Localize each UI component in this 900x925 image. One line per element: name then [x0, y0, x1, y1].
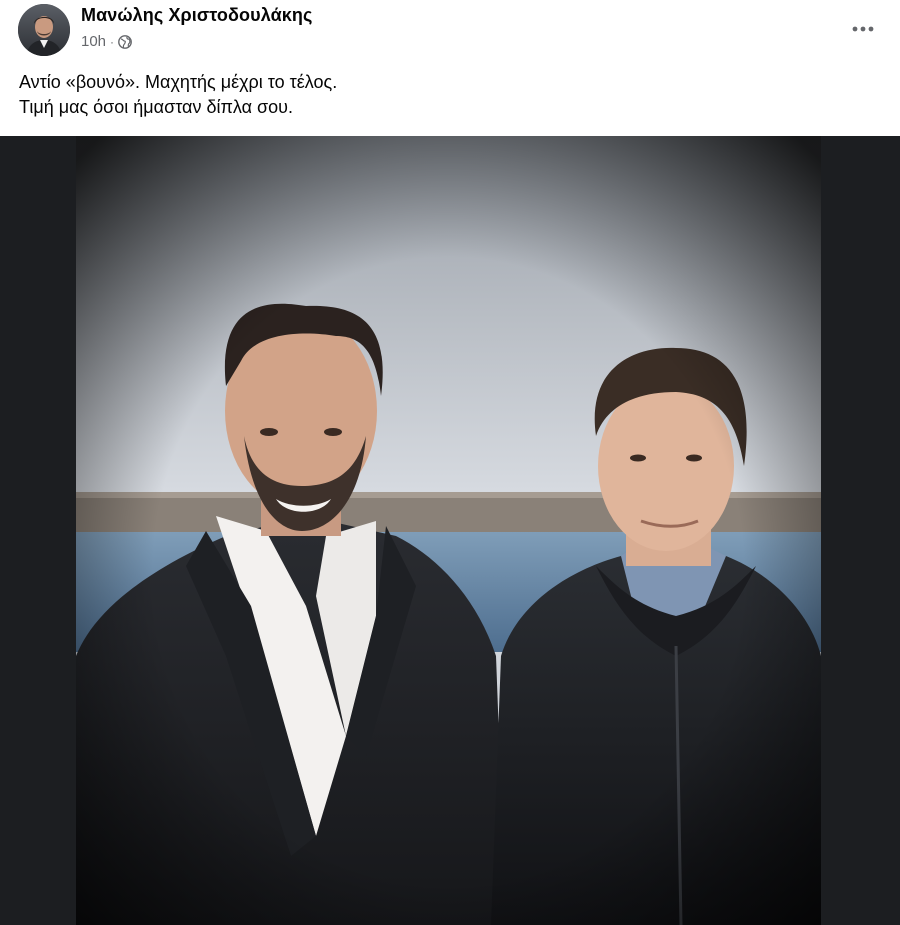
- photo-image: [76, 136, 821, 925]
- meta-separator: ·: [110, 34, 115, 49]
- globe-icon[interactable]: [118, 34, 132, 49]
- caption-line-1: Αντίο «βουνό». Μαχητής μέχρι το τέλος.: [19, 72, 338, 92]
- post-header: Μανώλης Χριστοδουλάκης 10h ·: [0, 0, 900, 62]
- more-horizontal-icon: [852, 26, 874, 32]
- post-meta: 10h ·: [81, 33, 132, 50]
- post-caption: Αντίο «βουνό». Μαχητής μέχρι το τέλος. Τ…: [19, 70, 337, 120]
- author-name[interactable]: Μανώλης Χριστοδουλάκης: [81, 5, 312, 26]
- caption-line-2: Τιμή μας όσοι ήμασταν δίπλα σου.: [19, 97, 293, 117]
- post-photo-container[interactable]: [0, 136, 900, 925]
- post-photo[interactable]: [76, 136, 821, 925]
- author-avatar[interactable]: [18, 4, 70, 56]
- avatar-image: [18, 4, 70, 56]
- more-options-button[interactable]: [848, 14, 878, 44]
- post-timestamp[interactable]: 10h: [81, 33, 106, 50]
- facebook-post: Μανώλης Χριστοδουλάκης 10h · Αντίο «βουν…: [0, 0, 900, 925]
